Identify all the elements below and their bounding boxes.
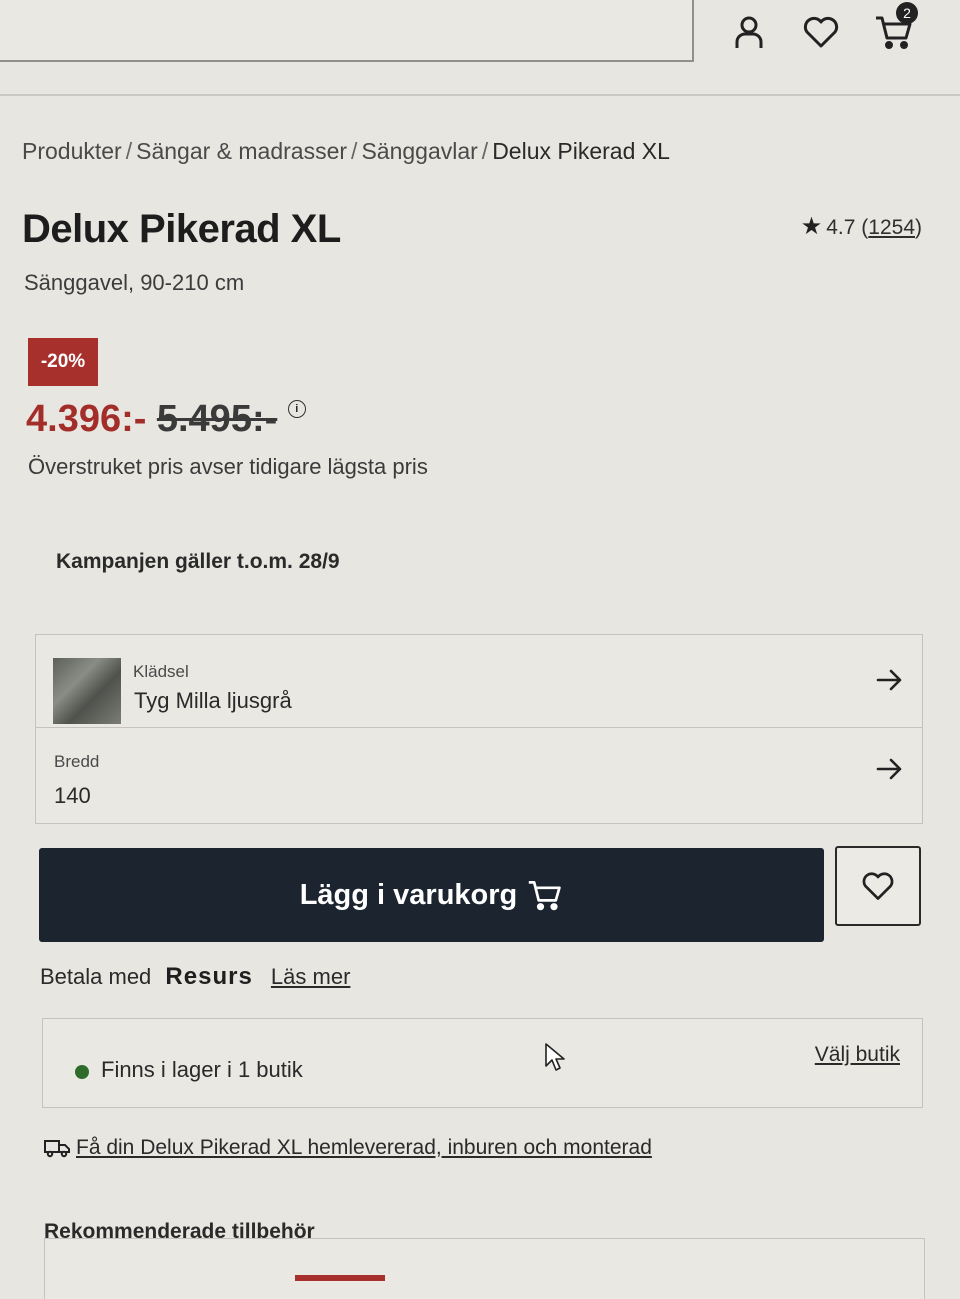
choose-store-link[interactable]: Välj butik (815, 1043, 900, 1067)
product-rating[interactable]: ★ 4.7 (1254) (801, 212, 922, 241)
stock-status-box: Finns i lager i 1 butik Välj butik (42, 1018, 923, 1108)
resurs-logo: Resurs (165, 963, 253, 990)
width-value: 140 (54, 783, 91, 808)
product-options: Klädsel Tyg Milla ljusgrå Bredd 140 (35, 634, 923, 824)
heart-icon[interactable] (801, 12, 841, 52)
current-price: 4.396:- (26, 398, 147, 440)
payment-info: Betala med Resurs Läs mer (40, 963, 350, 991)
review-count-link[interactable]: 1254 (868, 216, 915, 239)
arrow-right-icon[interactable] (874, 665, 904, 695)
option-upholstery[interactable]: Klädsel Tyg Milla ljusgrå (36, 635, 922, 728)
price-block: 4.396:- 5.495:- i (26, 398, 306, 441)
breadcrumb: Produkter / Sängar & madrasser / Sänggavlar /… (22, 138, 670, 165)
delivery-link[interactable]: Få din Delux Pikerad XL hemlevererad, in… (76, 1136, 652, 1159)
user-icon[interactable] (729, 12, 769, 52)
breadcrumb-separator: / (125, 138, 133, 164)
read-more-link[interactable]: Läs mer (271, 964, 350, 989)
width-label: Bredd (54, 752, 100, 771)
breadcrumb-separator: / (481, 138, 489, 164)
price-note: Överstruket pris avser tidigare lägsta p… (28, 454, 428, 479)
info-icon[interactable]: i (287, 400, 306, 418)
breadcrumb-current: Delux Pikerad XL (492, 138, 670, 164)
delivery-info[interactable]: Få din Delux Pikerad XL hemlevererad, in… (44, 1136, 652, 1160)
stock-text: Finns i lager i 1 butik (101, 1057, 303, 1082)
breadcrumb-item-sanggavlar[interactable]: Sänggavlar (361, 138, 477, 164)
original-price: 5.495:- (156, 398, 278, 440)
header-divider (0, 94, 960, 96)
product-subtitle: Sänggavel, 90-210 cm (24, 270, 245, 295)
fabric-swatch-image (53, 658, 121, 724)
product-title: Delux Pikerad XL (22, 207, 341, 251)
breadcrumb-separator: / (351, 138, 358, 164)
recommended-accessory-card[interactable] (44, 1238, 925, 1299)
campaign-info: Kampanjen gäller t.o.m. 28/9 (56, 550, 340, 573)
upholstery-label: Klädsel (133, 662, 189, 681)
in-stock-indicator (75, 1065, 89, 1079)
cart-count-badge: 2 (896, 2, 918, 24)
payment-prefix: Betala med (40, 964, 152, 989)
heart-icon (862, 872, 894, 900)
breadcrumb-item-produkter[interactable]: Produkter (22, 138, 122, 164)
rating-value: 4.7 (826, 216, 856, 239)
truck-icon (44, 1140, 70, 1158)
search-input[interactable] (0, 0, 694, 62)
option-width[interactable]: Bredd 140 (36, 728, 922, 823)
site-header: 2 (0, 0, 960, 96)
mouse-pointer-icon (545, 1043, 565, 1071)
discount-badge: -20% (28, 338, 98, 386)
add-to-cart-button[interactable]: Lägg i varukorg (39, 848, 824, 942)
cart-icon[interactable]: 2 (874, 2, 918, 52)
upholstery-value: Tyg Milla ljusgrå (134, 688, 292, 713)
star-icon: ★ (800, 213, 823, 240)
cart-icon (529, 881, 562, 911)
recommended-badge (295, 1275, 385, 1281)
add-to-wishlist-button[interactable] (835, 846, 921, 926)
breadcrumb-item-sangar-madrasser[interactable]: Sängar & madrasser (136, 138, 347, 164)
add-to-cart-label: Lägg i varukorg (299, 878, 518, 911)
arrow-right-icon[interactable] (874, 754, 904, 784)
